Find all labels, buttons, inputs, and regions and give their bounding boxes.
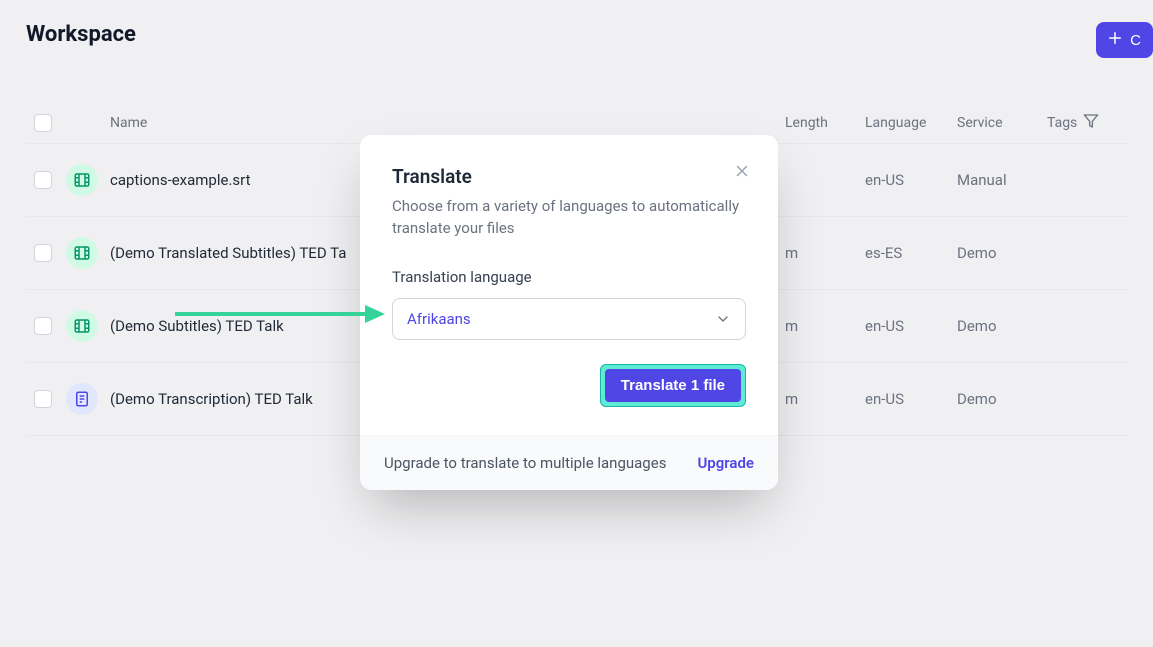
file-service: Demo [957,317,1047,335]
upgrade-link[interactable]: Upgrade [697,454,754,472]
file-length: m [785,390,865,408]
row-checkbox[interactable] [34,390,52,408]
file-service: Demo [957,390,1047,408]
film-icon [66,237,98,269]
col-header-language[interactable]: Language [865,115,957,131]
film-icon [66,164,98,196]
row-checkbox[interactable] [34,244,52,262]
select-all-checkbox[interactable] [34,114,52,132]
chevron-down-icon [715,311,731,327]
document-icon [66,383,98,415]
translate-button[interactable]: Translate 1 file [605,369,741,402]
filter-icon[interactable] [1083,113,1099,133]
col-header-service[interactable]: Service [957,115,1047,131]
file-language: en-US [865,171,957,189]
close-button[interactable] [728,159,756,187]
col-header-tags[interactable]: Tags [1047,113,1119,133]
col-header-tags-label: Tags [1047,115,1077,131]
file-length: m [785,244,865,262]
file-language: es-ES [865,244,957,262]
file-language: en-US [865,390,957,408]
col-header-length[interactable]: Length [785,115,865,131]
translation-language-select[interactable]: Afrikaans [392,298,746,340]
plus-icon [1106,29,1124,51]
file-service: Manual [957,171,1047,189]
create-button-label: C [1130,32,1141,49]
file-language: en-US [865,317,957,335]
file-service: Demo [957,244,1047,262]
upgrade-footer-text: Upgrade to translate to multiple languag… [384,454,666,472]
create-button[interactable]: C [1096,22,1153,58]
row-checkbox[interactable] [34,171,52,189]
translate-modal: Translate Choose from a variety of langu… [360,135,778,490]
translate-button-highlight: Translate 1 file [600,364,746,407]
translation-language-value: Afrikaans [407,310,471,328]
file-length: m [785,317,865,335]
page-title: Workspace [26,22,136,47]
modal-description: Choose from a variety of languages to au… [392,196,746,240]
modal-title: Translate [392,165,746,188]
translation-language-label: Translation language [392,268,746,286]
close-icon [733,162,751,184]
row-checkbox[interactable] [34,317,52,335]
film-icon [66,310,98,342]
col-header-name[interactable]: Name [110,115,785,131]
